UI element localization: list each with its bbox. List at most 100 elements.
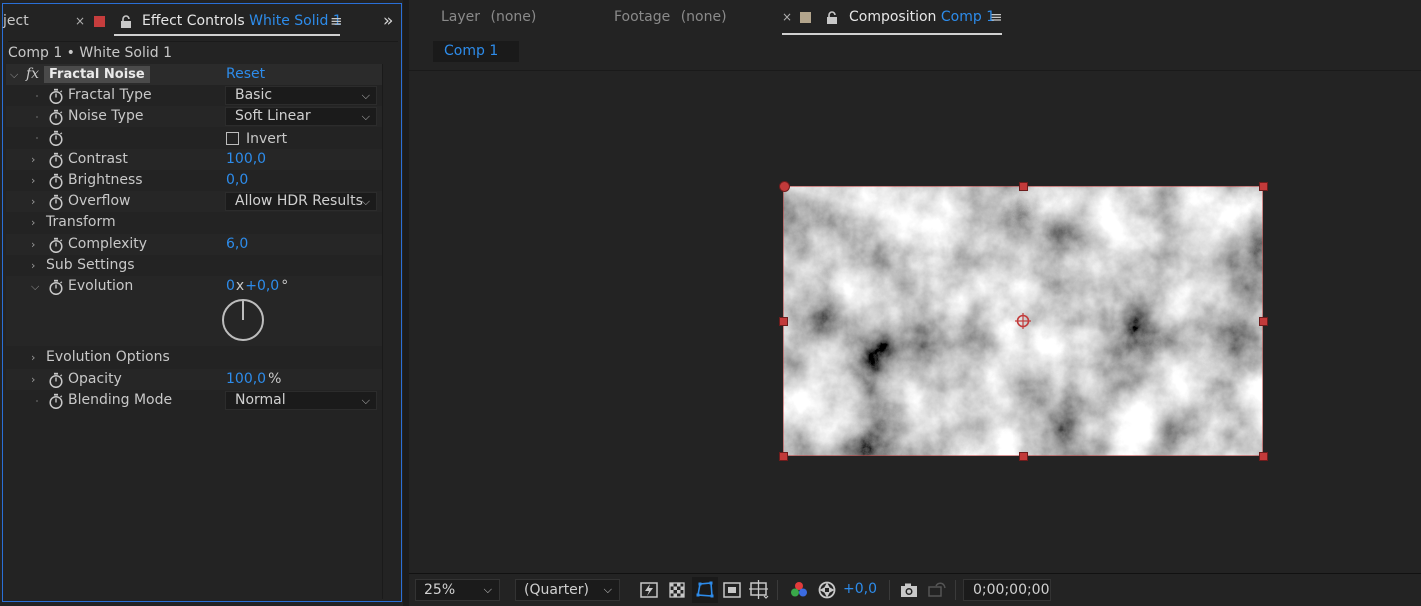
mask-path-visibility-icon[interactable] (695, 580, 715, 600)
transparency-grid-icon[interactable] (667, 580, 687, 600)
panel-menu-icon[interactable]: ≡ (330, 4, 343, 38)
row-indent-dot (36, 95, 38, 97)
property-row-contrast: › Contrast 100,0 (6, 149, 383, 170)
handle-middle-right[interactable] (1259, 317, 1268, 326)
stopwatch-icon[interactable] (48, 393, 64, 416)
twirl-chevron-icon[interactable]: › (31, 170, 35, 191)
property-name: Brightness (68, 172, 143, 188)
tab-close-icon[interactable]: × (75, 4, 85, 38)
active-tab-underline (114, 34, 340, 36)
resolution-value: (Quarter) (524, 582, 590, 598)
tab-composition[interactable]: Composition Comp 1 (849, 0, 995, 34)
twirl-chevron-icon[interactable]: › (31, 347, 35, 368)
resolution-dropdown[interactable]: (Quarter) ⌵ (515, 579, 620, 601)
effect-header-row[interactable]: ⌵ fx Fractal Noise Reset (6, 64, 383, 85)
tab-project[interactable]: ject (3, 4, 29, 38)
tab-effect-controls-layer: White Solid 1 (249, 13, 342, 29)
twirl-chevron-icon[interactable]: › (31, 212, 35, 233)
property-row-evolution: ⌵ Evolution 0x+0,0 ° (6, 276, 383, 346)
twirl-chevron-icon[interactable]: › (31, 369, 35, 390)
invert-label[interactable]: Invert (246, 129, 287, 150)
fractal-type-dropdown[interactable]: Basic ⌵ (225, 86, 377, 105)
effect-controls-panel: ject × Effect Controls White Solid 1 ≡ »… (2, 3, 402, 602)
degree-symbol: ° (281, 278, 289, 294)
invert-checkbox[interactable] (226, 132, 239, 145)
stopwatch-icon[interactable] (48, 279, 64, 302)
breadcrumb: Comp 1 • White Solid 1 (8, 41, 398, 63)
noise-type-dropdown[interactable]: Soft Linear ⌵ (225, 107, 377, 126)
opacity-value[interactable]: 100,0 (226, 371, 266, 387)
evolution-revolutions-value[interactable]: 0 (226, 278, 235, 294)
reset-exposure-icon[interactable] (817, 580, 837, 600)
separator (889, 580, 890, 600)
rgb-channels-icon[interactable] (789, 580, 809, 600)
comp-subtab[interactable]: Comp 1 (433, 41, 519, 62)
tab-effect-controls[interactable]: Effect Controls White Solid 1 (142, 4, 342, 38)
effect-name-label[interactable]: Fractal Noise (44, 66, 150, 83)
unit-label: % (268, 371, 282, 387)
composition-viewer[interactable] (409, 70, 1421, 573)
grid-guides-icon[interactable] (749, 580, 769, 600)
current-time-display[interactable]: 0;00;00;00 (963, 579, 1051, 601)
dropdown-value: Normal (235, 392, 286, 408)
property-name: Evolution (68, 278, 134, 294)
blending-mode-dropdown[interactable]: Normal ⌵ (225, 391, 377, 410)
scrollbar-track[interactable] (382, 64, 383, 599)
twirl-chevron-icon[interactable]: › (31, 149, 35, 170)
evolution-dial[interactable] (221, 298, 265, 346)
separator (955, 580, 956, 600)
evolution-degrees-value[interactable]: +0,0 (245, 278, 279, 294)
handle-bottom-center[interactable] (1019, 452, 1028, 461)
twirl-chevron-icon[interactable]: ⌵ (31, 276, 39, 297)
handle-top-center[interactable] (1019, 182, 1028, 191)
handle-top-right[interactable] (1259, 182, 1268, 191)
tab-footage-value: (none) (680, 9, 727, 25)
chevron-down-icon: ⌵ (361, 89, 370, 102)
property-row-transform: › Transform (6, 212, 383, 233)
collapse-chevron-icon[interactable]: ⌵ (10, 64, 18, 85)
comp-color-swatch (800, 0, 811, 34)
twirl-chevron-icon[interactable]: › (31, 234, 35, 255)
tab-footage[interactable]: Footage (none) (614, 0, 727, 34)
handle-bottom-right[interactable] (1259, 452, 1268, 461)
tab-layer[interactable]: Layer (none) (441, 0, 536, 34)
camera-snapshot-icon[interactable] (899, 580, 919, 600)
lock-icon[interactable] (826, 0, 838, 34)
anchor-point-icon[interactable] (1015, 313, 1031, 329)
fast-previews-icon[interactable] (639, 580, 659, 600)
property-name: Complexity (68, 236, 148, 252)
region-of-interest-icon[interactable] (722, 580, 742, 600)
viewer-bottom-bar: 25% ⌵ (Quarter) ⌵ +0,0 0;00;00;00 (409, 573, 1421, 606)
separator (777, 580, 778, 600)
chevron-down-icon: ⌵ (361, 195, 370, 208)
property-name: Transform (46, 214, 116, 230)
property-row-sub-settings: › Sub Settings (6, 255, 383, 276)
exposure-value[interactable]: +0,0 (843, 581, 877, 597)
complexity-value[interactable]: 6,0 (226, 236, 248, 252)
zoom-dropdown[interactable]: 25% ⌵ (415, 579, 500, 601)
row-indent-dot (36, 400, 38, 402)
twirl-chevron-icon[interactable]: › (31, 255, 35, 276)
tab-composition-label: Composition (849, 9, 937, 25)
reset-link[interactable]: Reset (226, 64, 265, 85)
show-snapshot-icon[interactable] (927, 580, 947, 600)
handle-top-left[interactable] (779, 181, 790, 192)
lock-icon[interactable] (120, 4, 132, 38)
panel-menu-icon[interactable]: ≡ (990, 0, 1003, 34)
overflow-dropdown[interactable]: Allow HDR Results ⌵ (225, 192, 377, 211)
tab-composition-name: Comp 1 (940, 9, 996, 25)
property-name: Evolution Options (46, 349, 170, 365)
property-row-opacity: › Opacity 100,0% (6, 369, 383, 390)
tab-overflow-icon[interactable]: » (383, 4, 393, 38)
tab-close-icon[interactable]: × (782, 0, 792, 34)
property-name: Contrast (68, 151, 128, 167)
brightness-value[interactable]: 0,0 (226, 172, 248, 188)
handle-middle-left[interactable] (779, 317, 788, 326)
twirl-chevron-icon[interactable]: › (31, 191, 35, 212)
row-indent-dot (36, 116, 38, 118)
handle-bottom-left[interactable] (779, 452, 788, 461)
panel-divider[interactable] (403, 0, 409, 606)
fx-toggle-icon[interactable]: fx (26, 64, 39, 85)
contrast-value[interactable]: 100,0 (226, 151, 266, 167)
property-row-brightness: › Brightness 0,0 (6, 170, 383, 191)
